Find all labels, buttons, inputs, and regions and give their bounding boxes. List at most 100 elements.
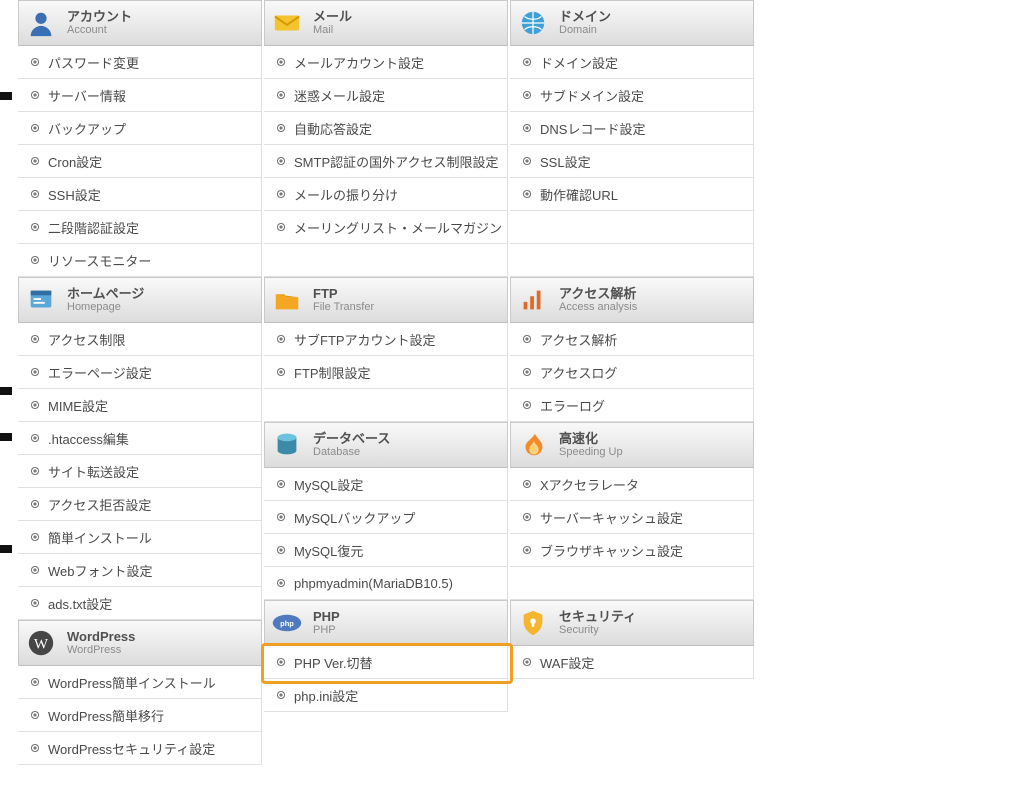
menu-item-database-0[interactable]: MySQL設定 xyxy=(264,468,508,501)
menu-item-database-1[interactable]: MySQLバックアップ xyxy=(264,501,508,534)
bullet-icon xyxy=(522,367,532,377)
bullet-icon xyxy=(30,156,40,166)
bullet-icon xyxy=(30,499,40,509)
menu-item-label: サブFTPアカウント設定 xyxy=(294,330,436,349)
menu-item-mail-4[interactable]: メールの振り分け xyxy=(264,178,508,211)
empty-row xyxy=(510,211,754,244)
section-header-mail: メールMail xyxy=(264,0,508,46)
menu-item-mail-5[interactable]: メーリングリスト・メールマガジン xyxy=(264,211,508,244)
menu-item-security-0[interactable]: WAF設定 xyxy=(510,646,754,679)
menu-item-homepage-5[interactable]: アクセス拒否設定 xyxy=(18,488,262,521)
menu-item-speed-0[interactable]: Xアクセラレータ xyxy=(510,468,754,501)
column-2: ドメインDomainドメイン設定サブドメイン設定DNSレコード設定SSL設定動作… xyxy=(510,0,754,765)
menu-item-speed-2[interactable]: ブラウザキャッシュ設定 xyxy=(510,534,754,567)
menu-item-label: SSL設定 xyxy=(540,152,591,171)
svg-text:W: W xyxy=(34,637,49,653)
menu-item-label: SMTP認証の国外アクセス制限設定 xyxy=(294,152,498,171)
bullet-icon xyxy=(276,512,286,522)
menu-item-php-1[interactable]: php.ini設定 xyxy=(264,679,508,712)
security-icon xyxy=(517,607,549,639)
menu-item-wordpress-0[interactable]: WordPress簡単インストール xyxy=(18,666,262,699)
menu-item-access-1[interactable]: アクセスログ xyxy=(510,356,754,389)
section-header-ftp: FTPFile Transfer xyxy=(264,277,508,323)
homepage-icon xyxy=(25,284,57,316)
mail-icon xyxy=(271,7,303,39)
menu-item-domain-2[interactable]: DNSレコード設定 xyxy=(510,112,754,145)
menu-item-account-0[interactable]: パスワード変更 xyxy=(18,46,262,79)
empty-row xyxy=(264,244,508,277)
menu-item-label: .htaccess編集 xyxy=(48,429,129,448)
menu-item-label: Xアクセラレータ xyxy=(540,475,639,494)
bullet-icon xyxy=(30,90,40,100)
menu-item-label: WordPressセキュリティ設定 xyxy=(48,739,215,758)
menu-item-account-1[interactable]: サーバー情報 xyxy=(18,79,262,112)
menu-item-access-2[interactable]: エラーログ xyxy=(510,389,754,422)
menu-item-homepage-2[interactable]: MIME設定 xyxy=(18,389,262,422)
bullet-icon xyxy=(276,90,286,100)
menu-item-domain-1[interactable]: サブドメイン設定 xyxy=(510,79,754,112)
section-title-jp: セキュリティ xyxy=(559,610,636,624)
section-title-jp: アクセス解析 xyxy=(559,287,637,301)
menu-item-wordpress-1[interactable]: WordPress簡単移行 xyxy=(18,699,262,732)
section-title-jp: データベース xyxy=(313,432,390,446)
menu-item-label: WordPress簡単インストール xyxy=(48,673,216,692)
menu-item-homepage-3[interactable]: .htaccess編集 xyxy=(18,422,262,455)
domain-icon xyxy=(517,7,549,39)
menu-item-account-2[interactable]: バックアップ xyxy=(18,112,262,145)
bullet-icon xyxy=(30,123,40,133)
menu-item-homepage-6[interactable]: 簡単インストール xyxy=(18,521,262,554)
menu-item-label: 簡単インストール xyxy=(48,528,152,547)
menu-item-homepage-1[interactable]: エラーページ設定 xyxy=(18,356,262,389)
menu-item-account-3[interactable]: Cron設定 xyxy=(18,145,262,178)
database-icon xyxy=(271,429,303,461)
menu-item-mail-2[interactable]: 自動応答設定 xyxy=(264,112,508,145)
menu-item-speed-1[interactable]: サーバーキャッシュ設定 xyxy=(510,501,754,534)
bullet-icon xyxy=(276,545,286,555)
menu-item-account-6[interactable]: リソースモニター xyxy=(18,244,262,277)
menu-item-homepage-7[interactable]: Webフォント設定 xyxy=(18,554,262,587)
menu-item-homepage-4[interactable]: サイト転送設定 xyxy=(18,455,262,488)
menu-item-ftp-0[interactable]: サブFTPアカウント設定 xyxy=(264,323,508,356)
bullet-icon xyxy=(276,690,286,700)
column-0: アカウントAccountパスワード変更サーバー情報バックアップCron設定SSH… xyxy=(18,0,262,765)
gutter-tick xyxy=(0,92,12,100)
menu-item-account-5[interactable]: 二段階認証設定 xyxy=(18,211,262,244)
menu-item-label: 二段階認証設定 xyxy=(48,218,139,237)
menu-item-mail-3[interactable]: SMTP認証の国外アクセス制限設定 xyxy=(264,145,508,178)
menu-item-label: Cron設定 xyxy=(48,152,102,171)
menu-item-ftp-1[interactable]: FTP制限設定 xyxy=(264,356,508,389)
bullet-icon xyxy=(276,578,286,588)
menu-item-label: WAF設定 xyxy=(540,653,594,672)
menu-item-homepage-8[interactable]: ads.txt設定 xyxy=(18,587,262,620)
menu-item-domain-4[interactable]: 動作確認URL xyxy=(510,178,754,211)
column-1: メールMailメールアカウント設定迷惑メール設定自動応答設定 SMTP認証の国外ア… xyxy=(264,0,508,765)
bullet-icon xyxy=(522,123,532,133)
menu-item-domain-0[interactable]: ドメイン設定 xyxy=(510,46,754,79)
menu-item-database-2[interactable]: MySQL復元 xyxy=(264,534,508,567)
menu-item-label: サブドメイン設定 xyxy=(540,86,644,105)
menu-item-database-3[interactable]: phpmyadmin(MariaDB10.5) xyxy=(264,567,508,600)
bullet-icon xyxy=(276,334,286,344)
menu-item-domain-3[interactable]: SSL設定 xyxy=(510,145,754,178)
menu-item-homepage-0[interactable]: アクセス制限 xyxy=(18,323,262,356)
bullet-icon xyxy=(30,400,40,410)
menu-item-label: MySQL設定 xyxy=(294,475,363,494)
menu-item-php-0[interactable]: PHP Ver.切替 xyxy=(264,646,508,679)
menu-item-account-4[interactable]: SSH設定 xyxy=(18,178,262,211)
bullet-icon xyxy=(30,598,40,608)
bullet-icon xyxy=(522,189,532,199)
menu-item-label: エラーページ設定 xyxy=(48,363,152,382)
menu-item-label: WordPress簡単移行 xyxy=(48,706,164,725)
bullet-icon xyxy=(30,334,40,344)
menu-item-label: MySQL復元 xyxy=(294,541,363,560)
menu-item-label: パスワード変更 xyxy=(48,53,139,72)
menu-item-access-0[interactable]: アクセス解析 xyxy=(510,323,754,356)
menu-item-label: メーリングリスト・メールマガジン xyxy=(294,218,502,237)
section-title-jp: WordPress xyxy=(67,630,135,644)
menu-item-label: アクセス拒否設定 xyxy=(48,495,151,514)
menu-item-mail-0[interactable]: メールアカウント設定 xyxy=(264,46,508,79)
section-title-en: Access analysis xyxy=(559,301,637,313)
menu-item-wordpress-2[interactable]: WordPressセキュリティ設定 xyxy=(18,732,262,765)
menu-item-mail-1[interactable]: 迷惑メール設定 xyxy=(264,79,508,112)
menu-item-label: ads.txt設定 xyxy=(48,594,112,613)
